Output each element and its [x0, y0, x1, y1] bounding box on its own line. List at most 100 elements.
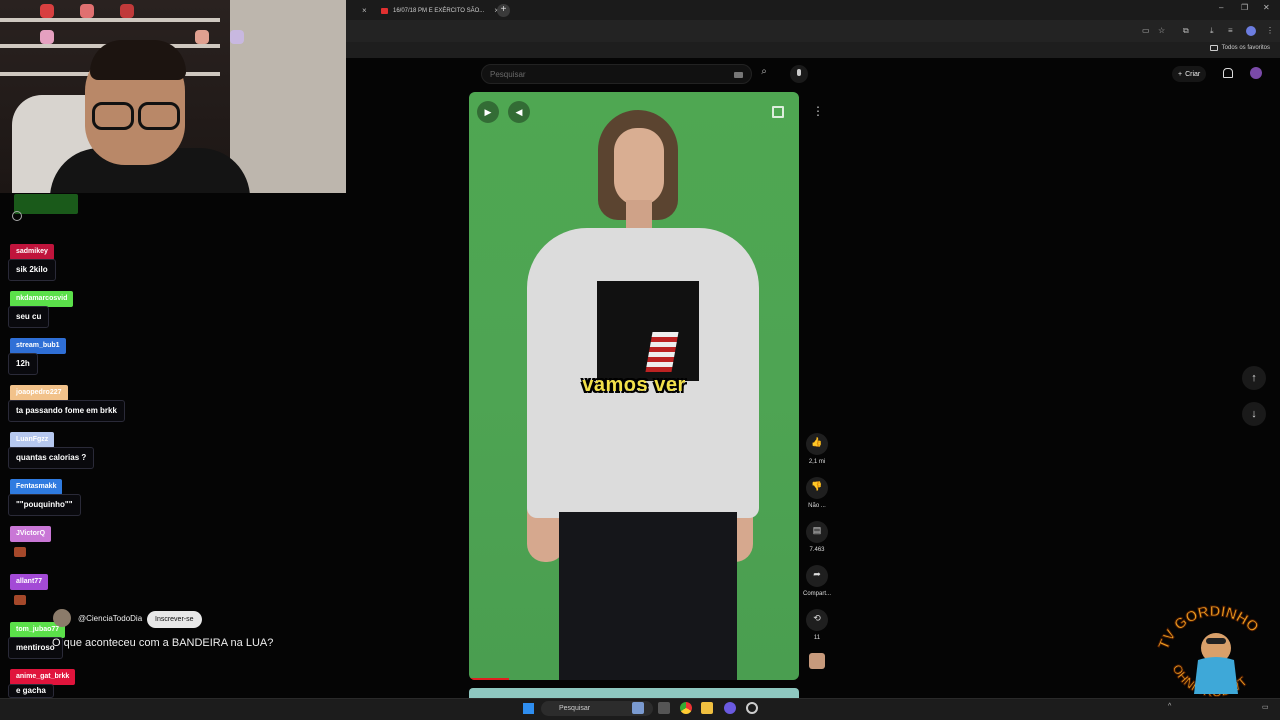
windows-start-icon[interactable] [523, 703, 534, 714]
presenter-face [614, 128, 664, 206]
figure-toy [80, 4, 94, 18]
chat-message: ta passando fome em brkk [8, 400, 125, 422]
dislike-label: Não ... [808, 503, 826, 509]
obs-icon[interactable] [746, 702, 758, 714]
chat-previous-message [14, 194, 78, 214]
comments-button[interactable]: ▤ [806, 521, 828, 543]
video-progress-bar[interactable] [469, 678, 509, 680]
figure-toy [120, 4, 134, 18]
download-icon[interactable]: ⤓ [1210, 26, 1214, 36]
remix-button[interactable]: ⟲ [806, 609, 828, 631]
play-icon[interactable]: ▶ [477, 101, 499, 123]
screen: × 16/07/18 PM E EXÉRCITO SÃO... × + – ❐ … [0, 0, 1280, 720]
chat-message: seu cu [8, 306, 50, 328]
subscribe-button[interactable]: Inscrever-se [147, 611, 202, 628]
presenter-pants [559, 512, 737, 680]
presenter-neck [626, 200, 652, 230]
channel-name[interactable]: @CienciaTodoDia [78, 614, 142, 623]
figure-toy [40, 4, 54, 18]
figure-toy [195, 30, 209, 44]
star-icon[interactable]: ☆ [1158, 26, 1165, 35]
file-app-icon[interactable] [658, 702, 670, 714]
extensions-icon[interactable]: ⧉ [1183, 26, 1189, 36]
search-input[interactable]: Pesquisar [481, 64, 752, 84]
short-title: O que aconteceu com a BANDEIRA na LUA? [52, 637, 274, 649]
more-options-icon[interactable]: ⋮ [812, 104, 824, 120]
browser-tab-1[interactable]: × [352, 3, 367, 18]
chrome-icon[interactable] [680, 702, 692, 714]
close-tab-icon[interactable]: × [362, 6, 367, 15]
chat-username: LuanFgzz [10, 432, 55, 448]
remix-icon: ⟲ [813, 613, 821, 623]
wall-background [230, 0, 346, 193]
chat-username: Fentasmakk [10, 479, 63, 495]
glasses [86, 102, 186, 130]
chat-username: anime_gat_brkk [10, 669, 76, 685]
chat-message: e gacha [8, 684, 54, 698]
next-short-arrow-icon[interactable]: ↓ [1242, 402, 1266, 426]
remix-count: 11 [813, 635, 821, 641]
chat-username: allant77 [10, 574, 49, 590]
like-button[interactable]: 👍 [806, 433, 828, 455]
discord-icon[interactable] [724, 702, 736, 714]
chat-username: sadmikey [10, 244, 54, 260]
chat-message: ""pouquinho"" [8, 494, 81, 516]
share-label: Compart... [802, 591, 831, 597]
youtube-favicon-icon [381, 7, 388, 14]
share-button[interactable]: ➦ [806, 565, 828, 587]
plus-icon: + [1178, 70, 1183, 78]
like-count: 2,1 mi [808, 459, 826, 465]
youtube-avatar[interactable] [1250, 67, 1262, 79]
shelf [0, 18, 220, 22]
notification-icon[interactable]: ▭ [1262, 703, 1269, 711]
search-icon[interactable]: ⌕ [756, 66, 772, 82]
all-bookmarks[interactable]: Todos os favoritos [1209, 45, 1270, 51]
thumbs-down-icon: 👎 [811, 481, 823, 491]
fullscreen-icon[interactable] [772, 106, 784, 118]
folder-icon [1209, 45, 1218, 51]
new-tab-button[interactable]: + [497, 4, 510, 17]
microphone-icon[interactable] [790, 65, 808, 83]
chat-username: JVictorQ [10, 526, 52, 542]
chat-message: quantas calorias ? [8, 447, 95, 469]
figure-toy [230, 30, 244, 44]
video-caption: vamos ver [582, 374, 686, 396]
keyboard-icon[interactable] [734, 72, 743, 78]
volume-icon[interactable]: ◀ [508, 101, 530, 123]
chat-username: joaopedro227 [10, 385, 68, 401]
chat-username: nkdamarcosvid [10, 291, 74, 307]
tab-title: 16/07/18 PM E EXÉRCITO SÃO... [393, 7, 485, 14]
comment-count: 7.463 [809, 547, 825, 553]
streamer-hair [90, 40, 186, 80]
menu-dots-icon[interactable]: ⋮ [1266, 26, 1274, 35]
shorts-video-player[interactable]: vamos ver ▶ ◀ [469, 92, 799, 680]
chat-username: stream_bub1 [10, 338, 66, 354]
previous-short-arrow-icon[interactable]: ↑ [1242, 366, 1266, 390]
browser-tab-2[interactable]: 16/07/18 PM E EXÉRCITO SÃO... × [381, 3, 499, 18]
share-icon: ➦ [813, 569, 821, 579]
user-icon [12, 211, 22, 221]
notifications-bell-icon[interactable] [1222, 68, 1233, 78]
channel-thumbnail[interactable] [809, 653, 825, 669]
emote-icon [14, 547, 26, 557]
cast-icon[interactable]: ▭ [1142, 26, 1150, 35]
media-icon[interactable]: ≡ [1228, 26, 1233, 35]
channel-avatar[interactable] [53, 609, 71, 627]
minimize-icon[interactable]: – [1219, 3, 1223, 12]
restore-icon[interactable]: ❐ [1241, 3, 1248, 12]
tv-gordinho-logo: TV GORDINHO OHNIGROD VT [1156, 602, 1263, 698]
chat-message: 12h [8, 353, 38, 375]
dislike-button[interactable]: 👎 [806, 477, 828, 499]
task-view-icon[interactable] [632, 702, 644, 714]
close-window-icon[interactable]: ✕ [1263, 3, 1270, 12]
profile-avatar[interactable] [1246, 26, 1256, 36]
emote-icon [14, 595, 26, 605]
next-short-preview[interactable] [469, 688, 799, 698]
search-placeholder: Pesquisar [490, 70, 526, 79]
thumbs-up-icon: 👍 [811, 437, 823, 447]
figure-toy [40, 30, 54, 44]
comment-icon: ▤ [812, 525, 822, 535]
create-button[interactable]: + Criar [1172, 66, 1207, 82]
tray-chevron-icon[interactable]: ^ [1168, 703, 1171, 710]
folder-icon[interactable] [701, 702, 713, 714]
